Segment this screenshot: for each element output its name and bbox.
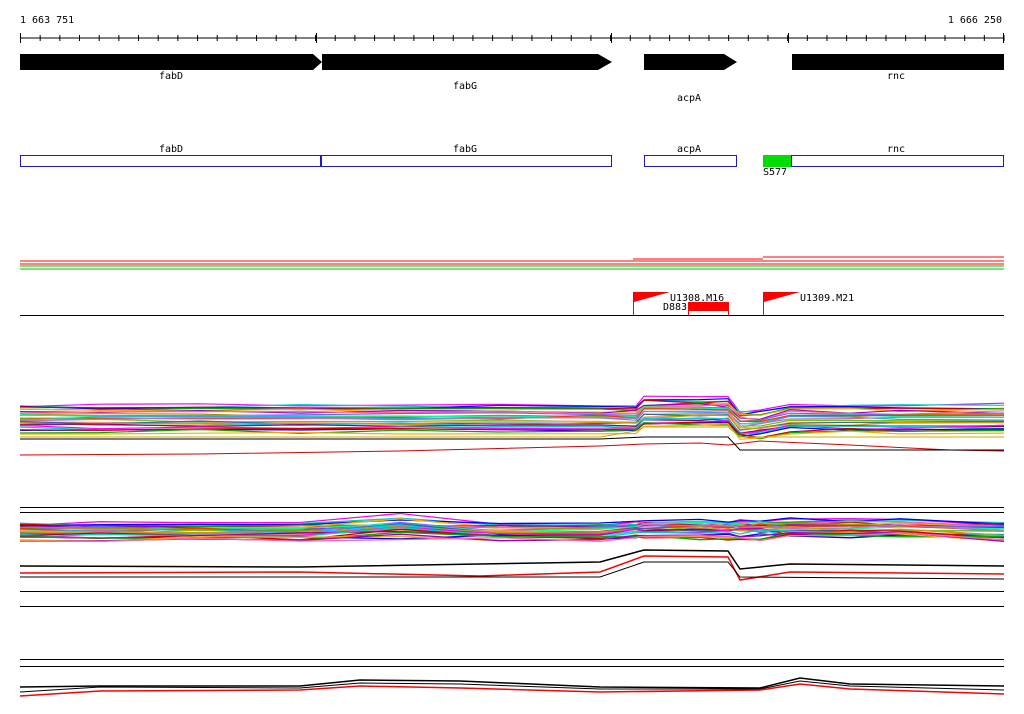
start-coordinate: 1 663 751 [20,15,74,26]
gene-arrow-rnc[interactable] [792,54,1004,70]
gene-track: fabD fabG acpA rnc [20,54,1004,104]
gene-arrow-acpA[interactable] [644,54,737,70]
feature-flag-2[interactable] [764,292,800,302]
gene-arrow-fabD[interactable] [20,54,322,70]
gene-label-rnc: rnc [887,71,905,82]
annotation-box-acpA[interactable] [644,155,737,167]
annotation-box-fabD[interactable] [20,155,321,167]
promoter-box[interactable] [763,155,791,167]
feature-block-d883[interactable] [688,302,729,311]
annotation-label-fabD: fabD [159,144,183,155]
expression-panel-1 [19,395,1005,456]
annotation-box-rnc[interactable] [791,155,1004,167]
gene-label-fabD: fabD [159,71,183,82]
expression-profile-line [19,395,1005,413]
annotation-label-fabG: fabG [453,144,477,155]
annotation-track: fabD fabG acpA rnc S577 [20,144,1004,178]
expression-panel-2 [19,507,1005,607]
annotation-label-acpA: acpA [677,144,701,155]
expression-profile-line-red [19,440,1005,456]
annotation-label-rnc: rnc [887,144,905,155]
feature-track: U1308.M16 U1309.M21 D883 [20,292,1004,316]
gene-arrow-fabG[interactable] [322,54,612,70]
coverage-track [20,256,1004,270]
promoter-label: S577 [763,167,787,178]
expression-profile-line-black [19,549,1005,570]
expression-panel-3 [19,659,1005,697]
coordinate-ruler: 1 663 751 1 666 250 [20,15,1005,43]
expression-profile-line-red [19,555,1005,581]
feature-label-2: U1309.M21 [800,293,854,304]
gene-label-acpA: acpA [677,93,701,104]
feature-label-3: D883 [663,302,687,313]
feature-flag-1[interactable] [634,292,670,302]
gene-label-fabG: fabG [453,81,477,92]
annotation-box-fabG[interactable] [321,155,612,167]
genome-browser: 1 663 751 1 666 250 fabD fabG acpA rnc f… [19,15,1005,697]
end-coordinate: 1 666 250 [948,15,1002,26]
